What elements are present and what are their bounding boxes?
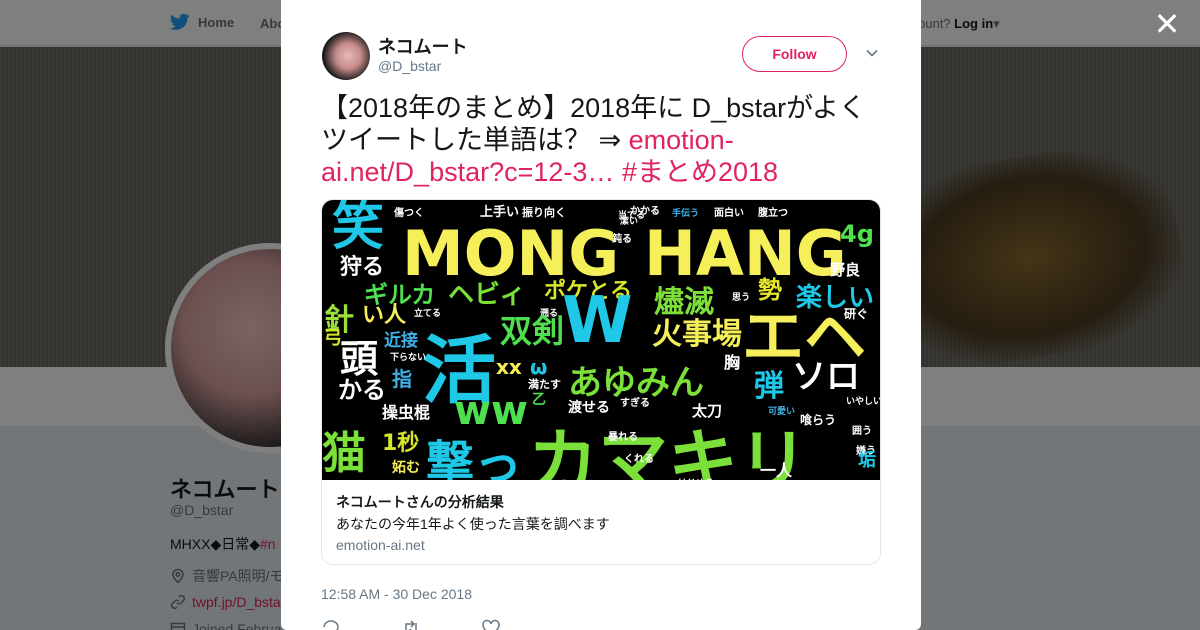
wordcloud-word: 笑 [332, 200, 384, 257]
wordcloud-word: 立てる [414, 307, 441, 319]
tweet-author-name[interactable]: ネコムート [378, 33, 468, 59]
wordcloud-word: ω [530, 355, 547, 379]
wordcloud-word: 満たす [528, 377, 561, 391]
card-description: あなたの今年1年よく使った言葉を調べます [336, 516, 610, 532]
retweet-icon[interactable] [401, 618, 421, 630]
reply-icon[interactable] [321, 618, 341, 630]
tweet-text-main: 【2018年のまとめ】2018年に D_bstarがよくツイートした単語は？ ⇒ [321, 93, 866, 155]
wordcloud-word: 一人 [760, 461, 793, 480]
close-icon[interactable]: ✕ [1152, 8, 1182, 40]
wordcloud-word: 弾 [754, 369, 784, 404]
wordcloud-word: はじめる [678, 478, 714, 480]
wordcloud-word: 1秒 [382, 431, 419, 456]
tweet-author-avatar[interactable] [322, 32, 370, 80]
tweet-modal: ネコムート @D_bstar Follow 【2018年のまとめ】2018年に … [281, 0, 921, 630]
wordcloud-word: 乙 [532, 392, 546, 408]
wordcloud-word: 操虫棍 [382, 403, 430, 422]
chevron-down-icon[interactable] [865, 46, 879, 60]
wordcloud-word: 指 [392, 367, 412, 391]
wordcloud-word: 撃っ [426, 436, 522, 480]
wordcloud-word: 頭 [340, 337, 379, 381]
wordcloud-word: 垢 [858, 450, 876, 471]
wordcloud-word: かる [338, 376, 386, 404]
wordcloud-word: 狩る [340, 254, 384, 280]
follow-button[interactable]: Follow [742, 36, 847, 72]
wordcloud-word: 野良 [830, 261, 860, 279]
wordcloud-word: HANG [644, 217, 847, 290]
like-icon[interactable] [481, 618, 501, 630]
wordcloud-word: 猫 [322, 428, 366, 479]
tweet-timestamp[interactable]: 12:58 AM - 30 Dec 2018 [321, 586, 472, 602]
wordcloud-word: xx [496, 355, 522, 379]
wordcloud-word: 近接 [384, 330, 418, 351]
wordcloud-word: ww [454, 388, 528, 434]
card-title: ネコムートさんの分析結果 [336, 494, 504, 510]
wordcloud-word: 火事場 [652, 317, 742, 352]
tweet-actions [321, 618, 501, 630]
wordcloud-word: 4g [840, 220, 874, 248]
wordcloud-word: くれる [624, 453, 654, 465]
wordcloud-word: 暴れる [607, 430, 638, 443]
wordcloud-word: W [562, 284, 633, 358]
wordcloud-word: 潔い [620, 215, 638, 227]
card-domain: emotion-ai.net [336, 537, 425, 553]
wordcloud-word: 胸 [724, 353, 740, 372]
tweet-text: 【2018年のまとめ】2018年に D_bstarがよくツイートした単語は？ ⇒… [321, 92, 881, 188]
wordcloud-image: 笑上手い 振り向く 傷つく 当てる かかる 手伝う 面白い 腹立つ 鈍る 潔い MONG HANG 4g… [322, 200, 881, 480]
wordcloud-word: いやしい [846, 396, 881, 407]
wordcloud-word: ヘビィ [448, 280, 525, 310]
wordcloud-word: 囲う [852, 425, 872, 437]
wordcloud-word: い人 [362, 303, 406, 328]
wordcloud-word: 妬む [392, 459, 420, 476]
wordcloud-word: 燼滅 [654, 285, 714, 320]
wordcloud-word: 可愛い [768, 405, 795, 417]
wordcloud-word: ソロ [792, 357, 860, 397]
wordcloud-word: あゆみん [568, 363, 704, 403]
wordcloud-word: 双剣 [500, 312, 564, 350]
wordcloud-word: かかる [630, 205, 660, 217]
link-preview-card[interactable]: 笑上手い 振り向く 傷つく 当てる かかる 手伝う 面白い 腹立つ 鈍る 潔い MONG HANG 4g… [321, 199, 881, 565]
tweet-hashtag[interactable]: #まとめ2018 [622, 157, 778, 187]
wordcloud-word: 渡せる [568, 399, 610, 416]
wordcloud-word: すぎる [620, 396, 650, 409]
wordcloud-word: 下らない [390, 352, 426, 363]
tweet-author-handle[interactable]: @D_bstar [378, 58, 441, 74]
wordcloud-word: 太刀 [692, 402, 722, 420]
